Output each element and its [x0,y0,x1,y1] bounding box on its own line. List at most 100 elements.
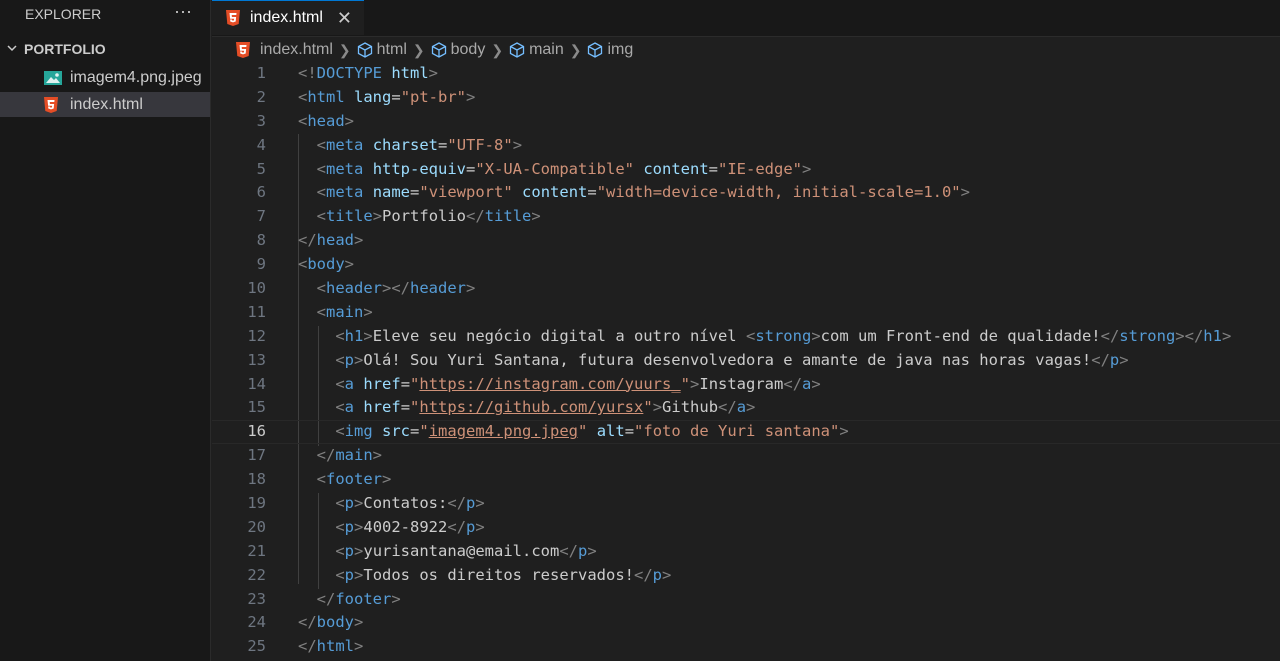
code-token: < [335,541,345,560]
code-line[interactable]: 15 <a href="https://github.com/yursx">Gi… [212,396,1280,420]
line-number: 1 [256,64,266,82]
html5-icon [226,10,240,26]
line-number: 25 [247,637,266,656]
file-item-index-html[interactable]: index.html [0,92,210,117]
code-line[interactable]: 4 <meta charset="UTF-8"> [212,134,1280,158]
code-token: > [354,517,364,536]
chevron-down-icon[interactable] [0,42,24,57]
close-icon[interactable]: ✕ [337,8,352,29]
code-token: > [652,398,663,417]
code-token: = [410,422,420,441]
code-token: < [745,326,756,345]
line-number: 17 [247,446,266,465]
code-line[interactable]: 3 <head> [212,110,1280,134]
code-line[interactable]: 7 <title>Portfolio</title> [212,205,1280,229]
code-line[interactable]: 6 <meta name="viewport" content="width=d… [212,181,1280,205]
file-item-image[interactable]: imagem4.png.jpeg [0,65,210,90]
code-line[interactable]: 23 </footer> [212,588,1280,612]
code-line[interactable]: 10 <header></header> [212,277,1280,301]
code-token: footer [326,470,383,489]
code-line[interactable]: 1 <!DOCTYPE html> [212,62,1280,86]
code-line[interactable]: 2 <html lang="pt-br"> [212,86,1280,110]
code-token: < [335,565,345,584]
more-actions-icon[interactable]: ··· [174,2,192,26]
file-label: index.html [70,95,143,113]
code-line[interactable]: 18 <footer> [212,468,1280,492]
code-token: <! [298,64,317,82]
code-token: head [307,111,345,130]
code-line[interactable]: 20 <p>4002-8922</p> [212,516,1280,540]
code-token: charset [372,135,439,154]
code-text: </footer> [298,588,401,612]
code-token: </ [316,446,336,465]
line-number: 19 [247,494,266,513]
code-line[interactable]: 12 <h1>Eleve seu negócio digital a outro… [212,325,1280,349]
code-token: > [372,207,383,226]
code-line[interactable]: 11 <main> [212,301,1280,325]
breadcrumb-item-main[interactable]: main ❯ [509,41,587,59]
code-line[interactable]: 14 <a href="https://instagram.com/yuurs_… [212,373,1280,397]
code-token: DOCTYPE [316,64,382,82]
code-token: lang [354,87,392,106]
code-token: > [363,302,373,321]
line-number: 12 [247,326,266,345]
breadcrumb-item-body[interactable]: body ❯ [431,41,509,59]
code-editor[interactable]: 1 <!DOCTYPE html> 2 <html lang="pt-br"> 3 <he… [212,62,1280,661]
tab-index-html[interactable]: index.html ✕ [212,0,364,35]
code-line[interactable]: 13 <p>Olá! Sou Yuri Santana, futura dese… [212,349,1280,373]
code-line[interactable]: 8 </head> [212,229,1280,253]
code-token: h1 [344,326,364,345]
code-token: < [335,494,345,513]
folder-portfolio[interactable]: PORTFOLIO [0,38,210,60]
code-line[interactable]: 24 </body> [212,611,1280,635]
code-token: < [316,183,327,202]
code-token: a [736,398,747,417]
code-link[interactable]: https://github.com/yursx [419,398,643,416]
code-line[interactable]: 21 <p>yurisantana@email.com</p> [212,540,1280,564]
code-token: footer [335,589,392,608]
line-number: 6 [256,183,266,202]
code-token: ></ [1175,326,1204,345]
code-token: Instagram [699,374,784,393]
code-token: a [344,398,355,417]
code-line[interactable]: 17 </main> [212,444,1280,468]
code-token: body [307,255,345,274]
code-token: href [363,398,401,417]
breadcrumb-item-html[interactable]: html ❯ [357,41,431,59]
code-token: </ [316,589,336,608]
code-token: </ [783,374,803,393]
code-link[interactable]: imagem4.png.jpeg [429,422,578,440]
code-token: href [363,374,401,393]
chevron-right-icon: ❯ [569,41,582,58]
code-text: <body> [298,253,354,277]
code-line[interactable]: 16 <img src="imagem4.png.jpeg" alt="foto… [212,420,1280,444]
code-token: " [410,374,420,393]
code-link[interactable]: https://instagram.com/yuurs_ [419,375,680,393]
code-token: " [410,398,420,417]
code-token: > [839,422,849,441]
code-line[interactable]: 19 <p>Contatos:</p> [212,492,1280,516]
code-token: p [344,517,355,536]
explorer-header: EXPLORER ··· [0,0,210,28]
code-token: "foto de Yuri santana" [634,422,840,441]
code-token: < [335,517,345,536]
code-line[interactable]: 25 </html> [212,635,1280,659]
code-line[interactable]: 9 <body> [212,253,1280,277]
code-token: content [643,159,709,178]
code-line[interactable]: 22 <p>Todos os direitos reservados!</p> [212,564,1280,588]
breadcrumb-item-file[interactable]: index.html ❯ [236,41,357,59]
code-token: > [354,565,364,584]
code-line[interactable]: 5 <meta http-equiv="X-UA-Compatible" con… [212,158,1280,182]
code-token: p [344,494,355,513]
breadcrumb-item-img[interactable]: img [587,41,633,59]
code-token: > [428,64,439,82]
